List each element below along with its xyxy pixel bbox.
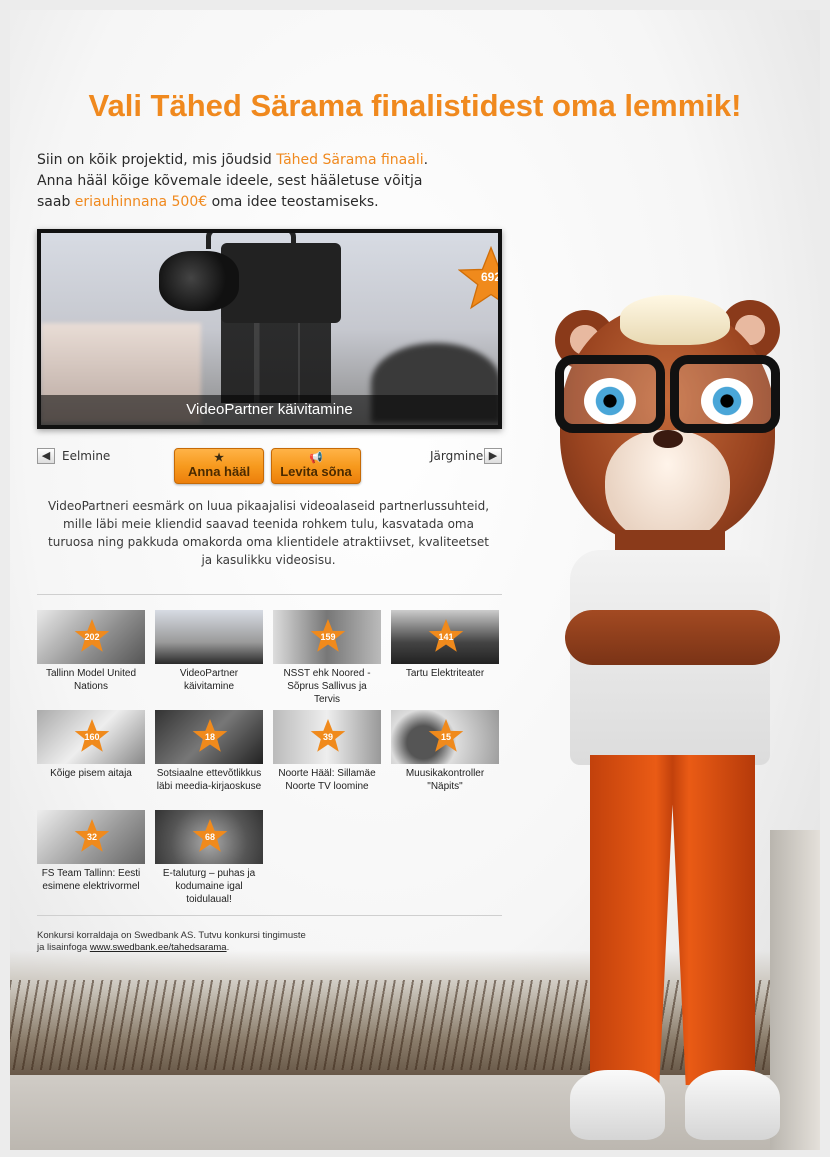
featured-image: 692 VideoPartner käivitamine [41,233,498,425]
vote-star-icon: 18 [192,718,228,753]
intro-text: Siin on kõik projektid, mis jõudsid Tähe… [37,152,429,210]
arrow-left-icon[interactable]: ◀ [37,448,55,464]
megaphone-icon: 📢 [309,452,323,464]
glasses-icon [545,355,790,435]
project-item[interactable]: 160 Kõige pisem aitaja [37,710,145,780]
featured-vote-count: 692 [480,270,498,284]
project-title: E-taluturg – puhas ja kodumaine igal toi… [162,868,256,905]
vote-button[interactable]: ★ Anna hääl [174,448,264,484]
next-link[interactable]: Järgmine [430,449,483,463]
vote-star-icon: 32 [74,818,110,853]
project-title: Muusikakontroller "Näpits" [405,768,485,792]
project-description: VideoPartneri eesmärk on luua pikaajalis… [47,499,490,567]
project-item[interactable]: 32 FS Team Tallinn: Eesti esimene elektr… [37,810,145,893]
terms-link[interactable]: www.swedbank.ee/tahedsarama [90,942,227,953]
project-item[interactable]: VideoPartner käivitamine [155,610,263,693]
intro-highlight-finale: Tähed Särama finaali [276,152,424,168]
vote-star-icon: 202 [74,618,110,653]
vote-star-icon: 141 [428,618,464,653]
divider [37,594,502,595]
prev-link[interactable]: Eelmine [62,449,110,463]
project-title: Sotsiaalne ettevõtlikkus läbi meedia-kir… [156,768,262,792]
intro-highlight-prize: eriauhinnana 500€ [74,194,208,210]
project-title: Noorte Hääl: Sillamäe Noorte TV loomine [278,768,376,792]
page: Vali Tähed Särama finalistidest oma lemm… [10,10,820,1150]
project-item[interactable]: 202 Tallinn Model United Nations [37,610,145,693]
project-item[interactable]: 159 NSST ehk Noored - Sõprus Sallivus ja… [273,610,381,706]
project-item[interactable]: 39 Noorte Hääl: Sillamäe Noorte TV loomi… [273,710,381,793]
project-thumbnail: 159 [273,610,381,664]
vote-star-icon: 160 [74,718,110,753]
project-thumbnail [155,610,263,664]
featured-project[interactable]: 692 VideoPartner käivitamine [37,229,502,429]
project-thumbnail: 202 [37,610,145,664]
project-navigation: ◀ Eelmine ★ Anna hääl 📢 Levita sõna Järg… [37,448,502,488]
footer-text: Konkursi korraldaja on Swedbank AS. Tutv… [37,930,306,953]
project-thumbnail: 32 [37,810,145,864]
project-thumbnail: 141 [391,610,499,664]
project-item[interactable]: 15 Muusikakontroller "Näpits" [391,710,499,793]
vote-count-star-icon: 692 [458,246,498,310]
project-item[interactable]: 18 Sotsiaalne ettevõtlikkus läbi meedia-… [155,710,263,793]
vote-star-icon: 159 [310,618,346,653]
vote-star-icon: 15 [428,718,464,753]
vote-star-icon: 39 [310,718,346,753]
headline: Vali Tähed Särama finalistidest oma lemm… [88,88,742,123]
project-title: FS Team Tallinn: Eesti esimene elektrivo… [41,868,141,892]
project-thumbnail: 18 [155,710,263,764]
project-title: Tartu Elektriteater [405,668,485,679]
project-thumbnail: 160 [37,710,145,764]
project-title: NSST ehk Noored - Sõprus Sallivus ja Ter… [283,668,371,705]
project-item[interactable]: 141 Tartu Elektriteater [391,610,499,680]
camera-icon [221,243,341,323]
project-title: VideoPartner käivitamine [179,668,239,692]
project-thumbnail: 68 [155,810,263,864]
project-thumbnail: 39 [273,710,381,764]
vote-star-icon: 68 [192,818,228,853]
project-item[interactable]: 68 E-taluturg – puhas ja kodumaine igal … [155,810,263,906]
divider [37,915,502,916]
project-title: Tallinn Model United Nations [45,668,137,692]
arrow-right-icon[interactable]: ▶ [484,448,502,464]
mascot-illustration [545,280,800,1150]
share-button[interactable]: 📢 Levita sõna [271,448,361,484]
featured-title: VideoPartner käivitamine [41,395,498,425]
project-thumbnail: 15 [391,710,499,764]
project-title: Kõige pisem aitaja [50,768,132,779]
star-icon: ★ [214,452,224,464]
